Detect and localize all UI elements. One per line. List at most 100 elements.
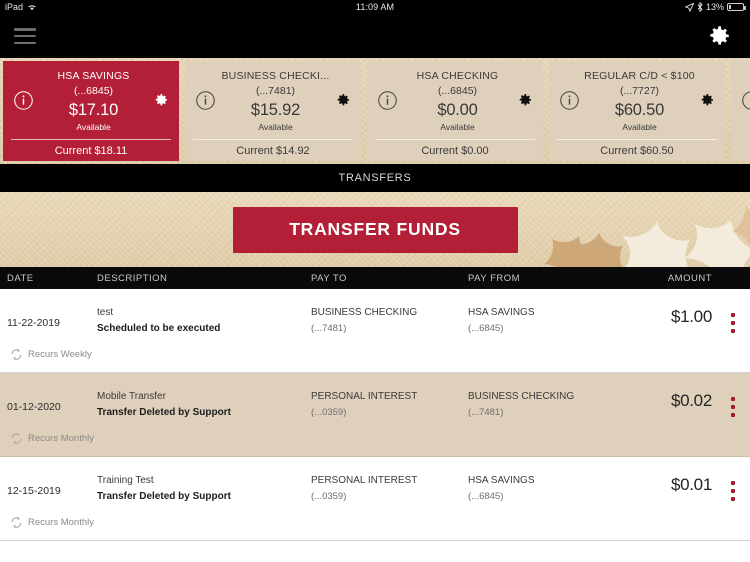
transfer-banner: TRANSFER FUNDS bbox=[0, 192, 750, 267]
row-pay-to-number: (...7481) bbox=[311, 323, 347, 334]
account-current-balance: Current $18.11 bbox=[11, 139, 171, 161]
repeat-icon bbox=[10, 516, 23, 529]
row-recurrence-label: Recurs Monthly bbox=[28, 433, 94, 444]
gear-icon[interactable] bbox=[706, 23, 732, 49]
info-icon[interactable] bbox=[13, 90, 34, 111]
account-number: (...7481) bbox=[255, 84, 296, 97]
row-pay-to: PERSONAL INTEREST bbox=[311, 475, 418, 486]
account-balance: $15.92 bbox=[250, 100, 301, 119]
account-card-body: HSA CHECKING (...6845) $0.00 Available bbox=[398, 69, 517, 132]
row-description: test bbox=[97, 307, 114, 318]
account-card-business-checking[interactable]: BUSINESS CHECKI... (...7481) $15.92 Avai… bbox=[185, 61, 361, 161]
transactions-list: 11-22-2019 test Scheduled to be executed… bbox=[0, 289, 750, 541]
row-pay-to-number: (...0359) bbox=[311, 407, 347, 418]
row-pay-from: HSA SAVINGS bbox=[468, 475, 535, 486]
page-title: TRANSFERS bbox=[0, 164, 750, 192]
account-card-hsa-savings[interactable]: HSA SAVINGS (...6845) $17.10 Available C… bbox=[3, 61, 179, 161]
account-card-regular-cd[interactable]: REGULAR C/D < $100 (...7727) $60.50 Avai… bbox=[549, 61, 725, 161]
transactions-table-header: DATE DESCRIPTION PAY TO PAY FROM AMOUNT bbox=[0, 267, 750, 289]
row-pay-to: PERSONAL INTEREST bbox=[311, 391, 418, 402]
account-number: (...6845) bbox=[437, 84, 478, 97]
location-arrow-icon bbox=[684, 2, 694, 12]
gear-icon[interactable] bbox=[517, 92, 533, 108]
account-available-label: Available bbox=[440, 121, 475, 132]
row-pay-from-number: (...6845) bbox=[468, 491, 504, 502]
row-pay-from: BUSINESS CHECKING bbox=[468, 391, 575, 402]
row-pay-from-number: (...7481) bbox=[468, 407, 504, 418]
repeat-icon bbox=[10, 348, 23, 361]
account-available-label: Available bbox=[76, 121, 111, 132]
account-available-label: Available bbox=[258, 121, 293, 132]
nav-bar bbox=[0, 14, 750, 58]
account-balance: $60.50 bbox=[614, 100, 665, 119]
account-current-balance: Current $0.00 bbox=[375, 139, 535, 161]
row-date: 11-22-2019 bbox=[7, 317, 60, 329]
info-icon[interactable] bbox=[741, 90, 750, 111]
account-available-label: Available bbox=[622, 121, 657, 132]
account-name: HSA CHECKING bbox=[416, 69, 499, 82]
account-card-body: HSA SAVINGS (...6845) $17.10 Available bbox=[34, 69, 153, 132]
row-date: 01-12-2020 bbox=[7, 401, 61, 413]
account-card-body: BUSINESS CHECKI... (...7481) $15.92 Avai… bbox=[216, 69, 335, 132]
account-card-next-partial[interactable] bbox=[731, 61, 750, 161]
gear-icon[interactable] bbox=[153, 92, 169, 108]
info-icon[interactable] bbox=[195, 90, 216, 111]
row-pay-from-number: (...6845) bbox=[468, 323, 504, 334]
hamburger-menu-icon[interactable] bbox=[14, 28, 36, 44]
battery-percent-label: 13% bbox=[705, 2, 724, 12]
account-number: (...7727) bbox=[619, 84, 660, 97]
info-icon[interactable] bbox=[377, 90, 398, 111]
status-bar-right: 13% bbox=[684, 2, 750, 12]
account-number: (...6845) bbox=[73, 84, 114, 97]
row-recurrence-label: Recurs Weekly bbox=[28, 349, 92, 360]
transfer-funds-button[interactable]: TRANSFER FUNDS bbox=[232, 206, 518, 253]
row-amount: $0.02 bbox=[670, 391, 712, 410]
account-current-balance: Current $14.92 bbox=[193, 139, 353, 161]
row-pay-from: HSA SAVINGS bbox=[468, 307, 535, 318]
row-status: Transfer Deleted by Support bbox=[97, 491, 231, 502]
row-pay-to: BUSINESS CHECKING bbox=[311, 307, 418, 318]
row-status: Transfer Deleted by Support bbox=[97, 407, 231, 418]
kebab-menu-icon[interactable] bbox=[725, 313, 741, 333]
gear-icon[interactable] bbox=[335, 92, 351, 108]
account-card-hsa-checking[interactable]: HSA CHECKING (...6845) $0.00 Available C… bbox=[367, 61, 543, 161]
account-name: HSA SAVINGS bbox=[57, 69, 130, 82]
row-description: Mobile Transfer bbox=[97, 391, 166, 402]
status-bar-time: 11:09 AM bbox=[355, 2, 395, 12]
bluetooth-icon bbox=[697, 2, 703, 12]
table-row[interactable]: 12-15-2019 Training Test Transfer Delete… bbox=[0, 457, 750, 541]
app-root: iPad 11:09 AM 13% HSA SAVINGS (...6845) … bbox=[0, 0, 750, 562]
account-name: REGULAR C/D < $100 bbox=[584, 69, 695, 82]
account-card-body: REGULAR C/D < $100 (...7727) $60.50 Avai… bbox=[580, 69, 699, 132]
row-recurrence: Recurs Monthly bbox=[10, 516, 94, 529]
row-separator bbox=[0, 540, 750, 541]
row-amount: $1.00 bbox=[670, 307, 712, 326]
row-amount: $0.01 bbox=[670, 475, 712, 494]
repeat-icon bbox=[10, 432, 23, 445]
account-balance: $0.00 bbox=[437, 100, 478, 119]
kebab-menu-icon[interactable] bbox=[725, 481, 741, 501]
column-header-description: DESCRIPTION bbox=[97, 273, 168, 284]
table-row[interactable]: 11-22-2019 test Scheduled to be executed… bbox=[0, 289, 750, 373]
account-name: BUSINESS CHECKI... bbox=[221, 69, 330, 82]
gear-icon[interactable] bbox=[699, 92, 715, 108]
column-header-pay-to: PAY TO bbox=[311, 273, 347, 284]
account-balance: $17.10 bbox=[68, 100, 119, 119]
column-header-date: DATE bbox=[7, 273, 34, 284]
row-recurrence: Recurs Weekly bbox=[10, 348, 92, 361]
account-current-balance: Current $60.50 bbox=[557, 139, 717, 161]
battery-icon bbox=[727, 3, 746, 11]
row-pay-to-number: (...0359) bbox=[311, 491, 347, 502]
table-row[interactable]: 01-12-2020 Mobile Transfer Transfer Dele… bbox=[0, 373, 750, 457]
row-description: Training Test bbox=[97, 475, 154, 486]
accounts-carousel[interactable]: HSA SAVINGS (...6845) $17.10 Available C… bbox=[0, 58, 750, 164]
row-status: Scheduled to be executed bbox=[97, 323, 221, 334]
info-icon[interactable] bbox=[559, 90, 580, 111]
column-header-pay-from: PAY FROM bbox=[468, 273, 521, 284]
row-recurrence-label: Recurs Monthly bbox=[28, 517, 94, 528]
row-recurrence: Recurs Monthly bbox=[10, 432, 94, 445]
row-date: 12-15-2019 bbox=[7, 485, 61, 497]
column-header-amount: AMOUNT bbox=[667, 273, 712, 284]
status-bar: iPad 11:09 AM 13% bbox=[0, 0, 750, 14]
kebab-menu-icon[interactable] bbox=[725, 397, 741, 417]
